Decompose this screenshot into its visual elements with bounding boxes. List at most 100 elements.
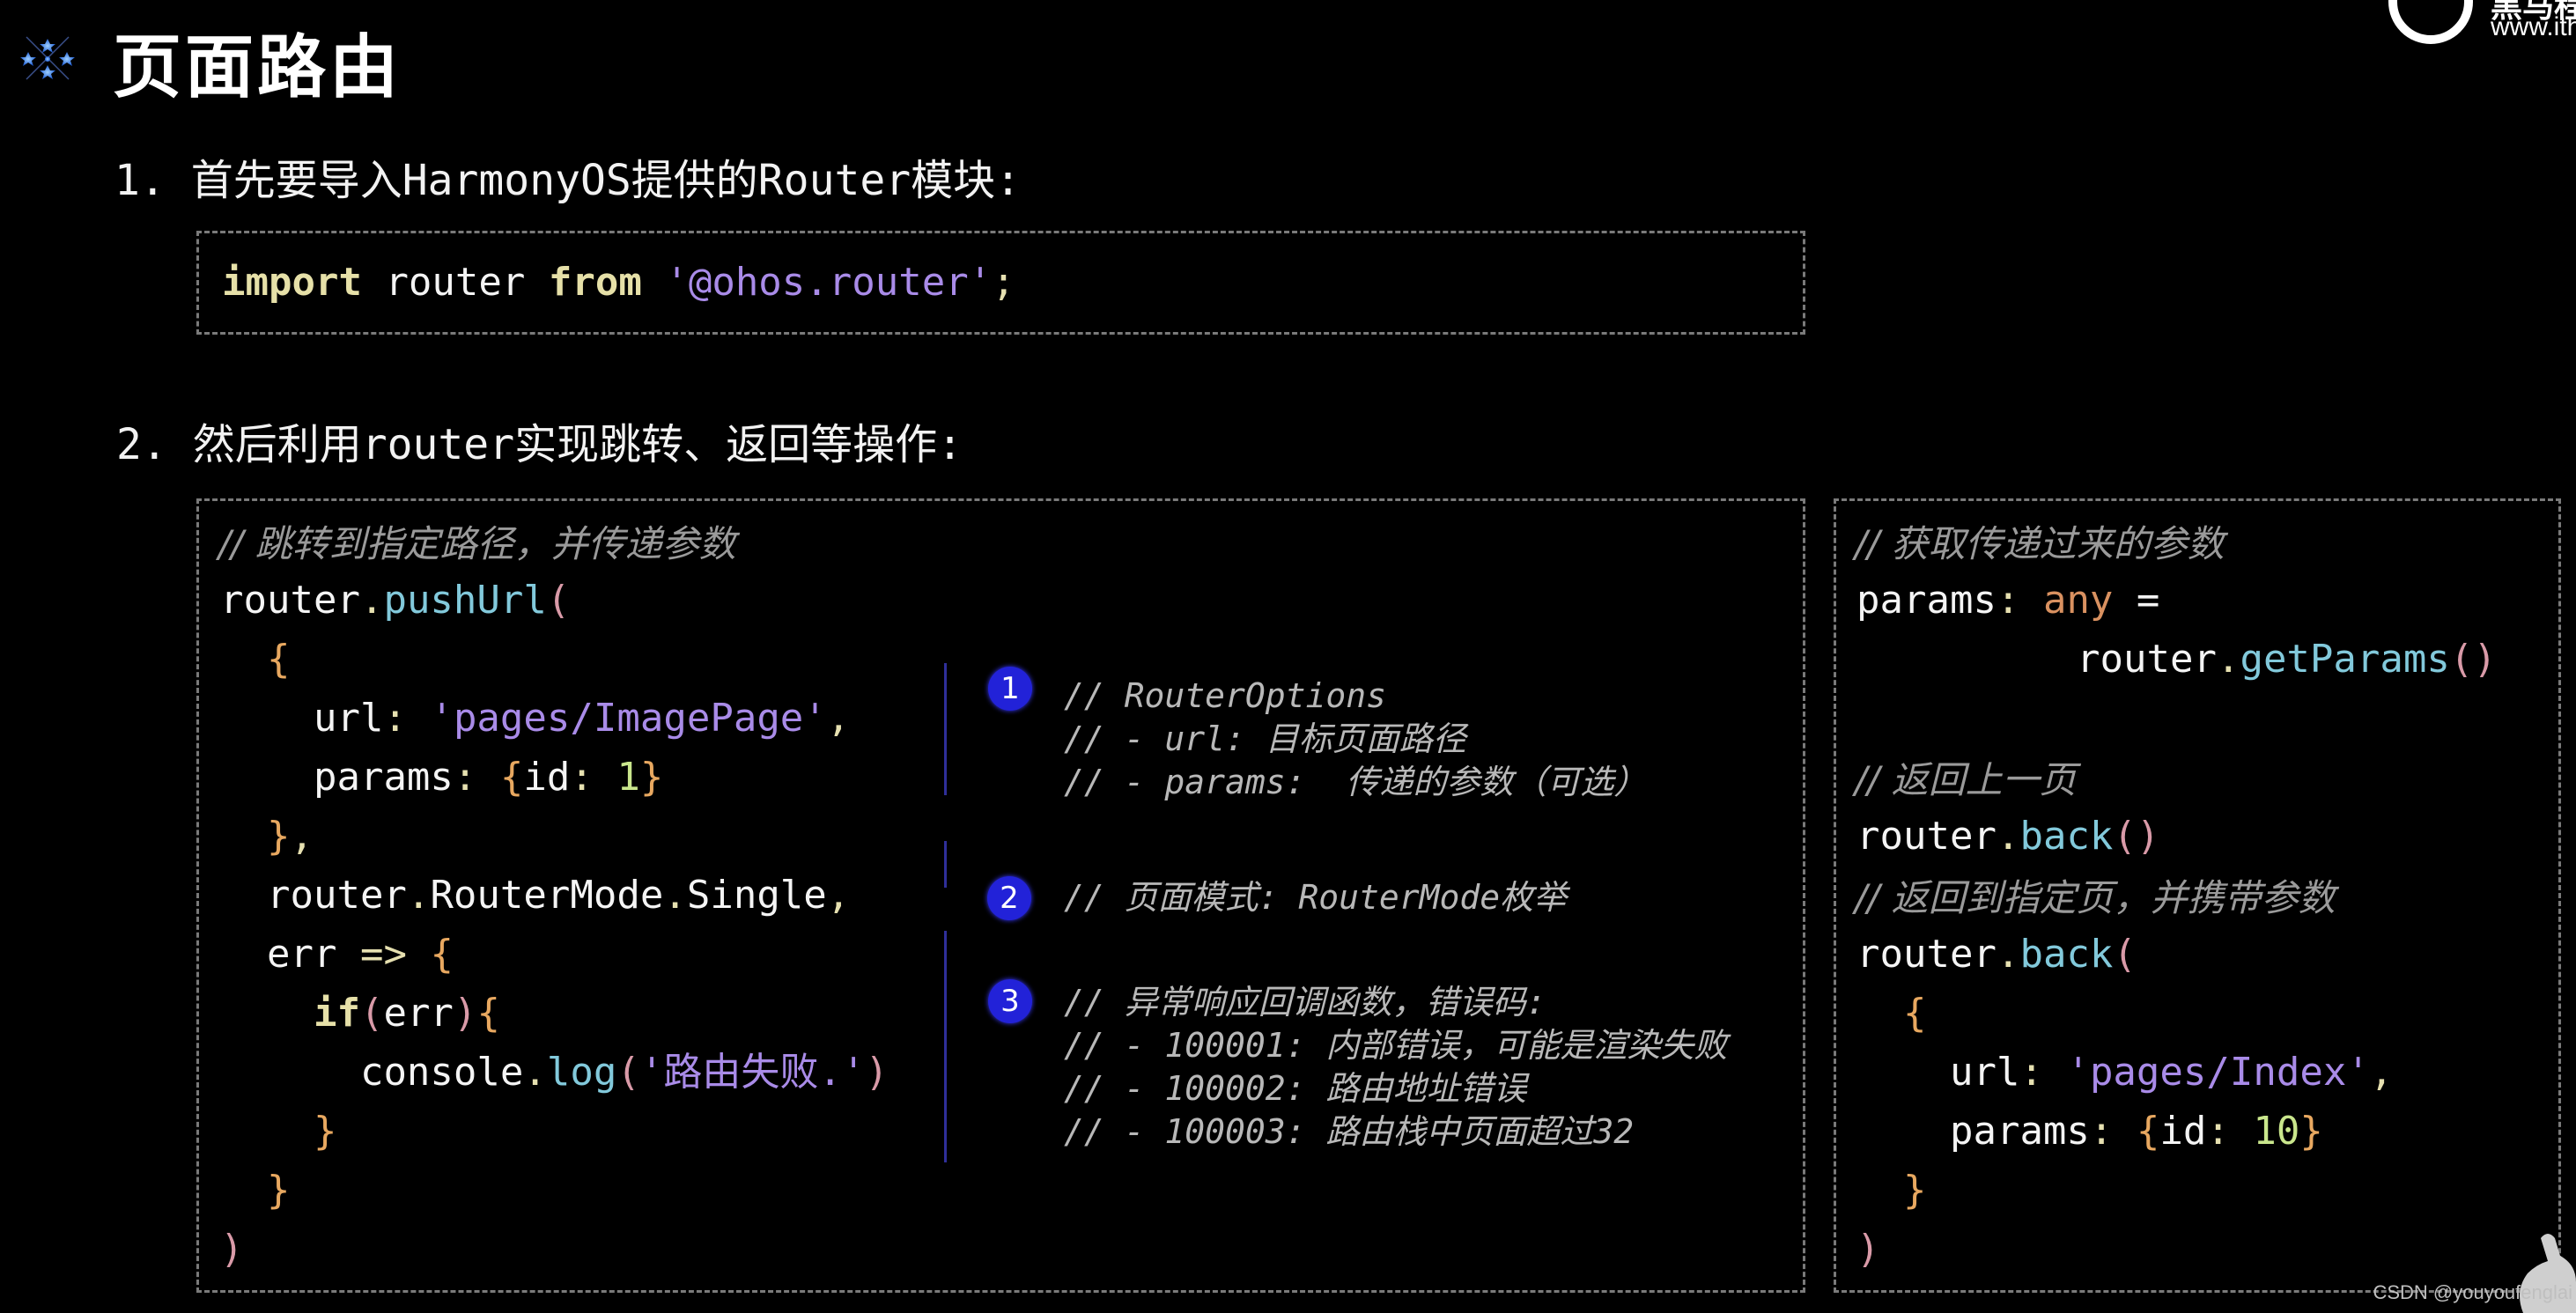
token: params [1856,578,1997,623]
token: () [2449,637,2497,682]
token: , [2369,1050,2394,1095]
token: : [2206,1109,2230,1154]
code-block-main: router.pushUrl( { url: 'pages/ImagePage'… [220,571,889,1279]
token: } [1902,1168,1927,1213]
annotation-badge-2: 2 [987,876,1031,920]
token: { [266,637,291,682]
token: 'pages/ImagePage' [430,696,827,741]
step-2-heading: 2. 然后利用router实现跳转、返回等操作: [116,420,963,469]
annotation-badge-1: 1 [988,667,1032,711]
code-line: err => { [220,925,889,984]
token: . [1996,932,2020,977]
token: params [313,755,454,800]
code-line: url: 'pages/ImagePage', [220,689,889,748]
token: . [1996,814,2020,859]
annotation-divider [944,931,947,1162]
token: : [1996,578,2020,623]
token: } [313,1109,337,1154]
annotation-line: // - url: 目标页面路径 [1064,719,1466,758]
token: '路由失败.' [639,1050,866,1095]
token: id [2159,1109,2207,1154]
token: url [1949,1050,2020,1095]
token: : [2019,1050,2043,1095]
code-line: } [1856,1161,2393,1220]
token: router [1856,932,1997,977]
brand-logo-icon [2388,0,2473,44]
code-line: console.log('路由失败.') [220,1043,889,1102]
token: , [826,696,851,741]
token: url [313,696,384,741]
code-comment: // 返回上一页 [1855,758,2077,801]
token: => [336,932,431,977]
code-line: router.getParams() [2077,630,2497,689]
annotation-line: // RouterOptions [1064,676,1387,715]
token: { [476,991,500,1036]
token: , [290,814,314,859]
annotation-line: // - 100002: 路由地址错误 [1064,1069,1527,1108]
token: if [313,991,360,1036]
code-line: router.back() [1856,807,2159,866]
watermark: CSDN @youyoufenglai [2373,1281,2572,1303]
token: { [1902,991,1927,1036]
annotation-2-text: // 页面模式: RouterMode枚举 [1064,876,1567,919]
token: ( [546,578,571,623]
annotation-line: // - params: 传递的参数（可选） [1064,763,1648,801]
code-line: params: {id: 1} [220,748,889,807]
token: : [383,696,407,741]
code-line: { [1856,984,2393,1043]
token: 1 [616,755,640,800]
import-code-box: import router from '@ohos.router'; [196,231,1805,335]
annotation-divider [944,663,947,795]
code-line: } [220,1161,889,1220]
token: ) [1856,1227,1880,1272]
token: console [359,1050,524,1095]
step-1-heading: 1. 首先要导入HarmonyOS提供的Router模块: [114,156,1022,205]
annotation-line: // - 100001: 内部错误，可能是渲染失败 [1064,1026,1728,1065]
code-line: router.pushUrl( [220,571,889,630]
token: router [1856,814,1997,859]
token: Single [686,873,827,918]
annotation-badge-3: 3 [988,979,1032,1023]
keyword-from: from [548,260,642,305]
code-line: params: {id: 10} [1856,1102,2393,1161]
keyword-import: import [222,260,362,305]
token: log [546,1050,617,1095]
token: err [383,991,454,1036]
token: err [266,932,337,977]
token: () [2113,814,2160,859]
module-string: '@ohos.router' [665,260,993,305]
code-line: params: any = [1856,571,2159,630]
code-line: } [220,1102,889,1161]
code-comment: // 获取传递过来的参数 [1855,522,2225,565]
token: { [430,932,454,977]
token: } [266,1168,291,1213]
token: , [826,873,851,918]
token: any [2042,578,2114,623]
token: router [220,578,360,623]
token: 'pages/Index' [2066,1050,2370,1095]
sparkle-stars-icon [20,36,75,80]
annotation-line: // - 100003: 路由栈中页面超过32 [1064,1112,1635,1151]
annotation-divider [944,841,947,888]
token: } [2299,1109,2323,1154]
token: : [2089,1109,2114,1154]
code-line: { [220,630,889,689]
token: back [2019,932,2114,977]
token: ) [865,1050,889,1095]
token: : [453,755,477,800]
token: : [570,755,594,800]
token: params [1949,1109,2090,1154]
token: router [266,873,407,918]
token: getParams [2240,637,2450,682]
token: = [2113,578,2160,623]
token: . [663,873,687,918]
code-block-right: router.back( { url: 'pages/Index', param… [1856,925,2393,1279]
page-title: 页面路由 [113,28,402,107]
code-line: router.back( [1856,925,2393,984]
code-line: ) [1856,1220,2393,1279]
token: { [499,755,524,800]
code-line: ) [220,1220,889,1279]
annotation-line: // 异常响应回调函数，错误码: [1064,983,1546,1022]
identifier-router: router [361,260,549,305]
